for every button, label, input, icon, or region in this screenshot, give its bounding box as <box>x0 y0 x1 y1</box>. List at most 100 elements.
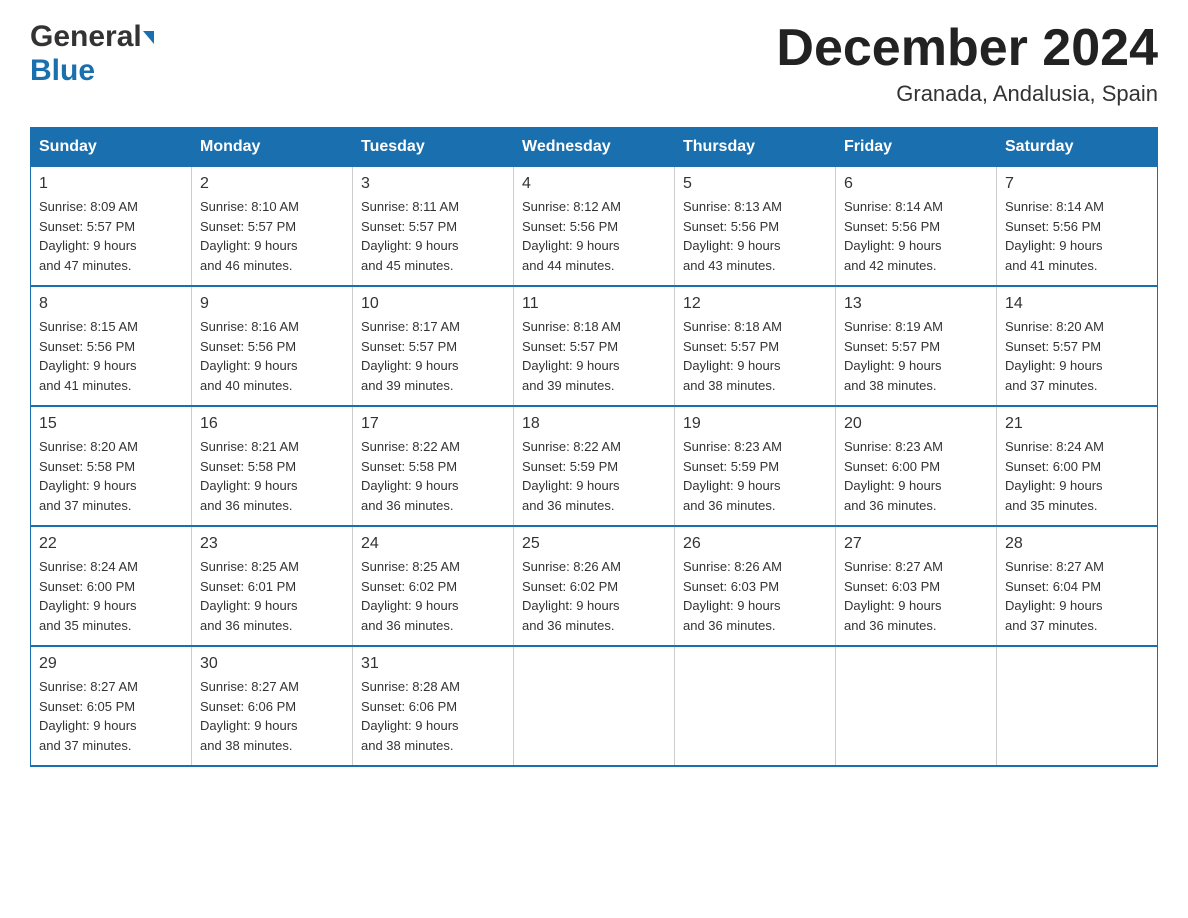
calendar-day-cell: 20 Sunrise: 8:23 AMSunset: 6:00 PMDaylig… <box>836 406 997 526</box>
logo-blue-text: Blue <box>30 54 95 88</box>
calendar-day-cell: 10 Sunrise: 8:17 AMSunset: 5:57 PMDaylig… <box>353 286 514 406</box>
calendar-day-cell: 30 Sunrise: 8:27 AMSunset: 6:06 PMDaylig… <box>192 646 353 766</box>
day-number: 25 <box>522 535 666 553</box>
day-info: Sunrise: 8:12 AMSunset: 5:56 PMDaylight:… <box>522 197 666 275</box>
day-number: 8 <box>39 295 183 313</box>
calendar-week-row: 8 Sunrise: 8:15 AMSunset: 5:56 PMDayligh… <box>31 286 1158 406</box>
calendar-day-cell <box>675 646 836 766</box>
day-number: 3 <box>361 175 505 193</box>
day-number: 21 <box>1005 415 1149 433</box>
day-info: Sunrise: 8:11 AMSunset: 5:57 PMDaylight:… <box>361 197 505 275</box>
calendar-day-cell: 5 Sunrise: 8:13 AMSunset: 5:56 PMDayligh… <box>675 167 836 287</box>
calendar-day-header: Tuesday <box>353 128 514 167</box>
day-info: Sunrise: 8:10 AMSunset: 5:57 PMDaylight:… <box>200 197 344 275</box>
calendar-day-cell: 25 Sunrise: 8:26 AMSunset: 6:02 PMDaylig… <box>514 526 675 646</box>
calendar-day-cell: 13 Sunrise: 8:19 AMSunset: 5:57 PMDaylig… <box>836 286 997 406</box>
day-info: Sunrise: 8:22 AMSunset: 5:58 PMDaylight:… <box>361 437 505 515</box>
day-info: Sunrise: 8:20 AMSunset: 5:57 PMDaylight:… <box>1005 317 1149 395</box>
calendar-week-row: 15 Sunrise: 8:20 AMSunset: 5:58 PMDaylig… <box>31 406 1158 526</box>
calendar-table: SundayMondayTuesdayWednesdayThursdayFrid… <box>30 127 1158 767</box>
day-info: Sunrise: 8:21 AMSunset: 5:58 PMDaylight:… <box>200 437 344 515</box>
day-info: Sunrise: 8:14 AMSunset: 5:56 PMDaylight:… <box>1005 197 1149 275</box>
page-subtitle: Granada, Andalusia, Spain <box>776 81 1158 107</box>
calendar-day-header: Friday <box>836 128 997 167</box>
calendar-day-header: Thursday <box>675 128 836 167</box>
day-info: Sunrise: 8:24 AMSunset: 6:00 PMDaylight:… <box>1005 437 1149 515</box>
calendar-week-row: 22 Sunrise: 8:24 AMSunset: 6:00 PMDaylig… <box>31 526 1158 646</box>
day-number: 14 <box>1005 295 1149 313</box>
calendar-day-cell: 29 Sunrise: 8:27 AMSunset: 6:05 PMDaylig… <box>31 646 192 766</box>
calendar-day-cell: 24 Sunrise: 8:25 AMSunset: 6:02 PMDaylig… <box>353 526 514 646</box>
logo: General Blue <box>30 20 154 88</box>
day-number: 4 <box>522 175 666 193</box>
calendar-day-cell: 27 Sunrise: 8:27 AMSunset: 6:03 PMDaylig… <box>836 526 997 646</box>
page-header: General Blue December 2024 Granada, Anda… <box>30 20 1158 107</box>
day-info: Sunrise: 8:13 AMSunset: 5:56 PMDaylight:… <box>683 197 827 275</box>
day-info: Sunrise: 8:27 AMSunset: 6:06 PMDaylight:… <box>200 677 344 755</box>
calendar-day-cell <box>997 646 1158 766</box>
page-title: December 2024 <box>776 20 1158 77</box>
calendar-day-cell: 23 Sunrise: 8:25 AMSunset: 6:01 PMDaylig… <box>192 526 353 646</box>
calendar-day-cell <box>836 646 997 766</box>
day-number: 28 <box>1005 535 1149 553</box>
day-info: Sunrise: 8:23 AMSunset: 6:00 PMDaylight:… <box>844 437 988 515</box>
day-number: 20 <box>844 415 988 433</box>
calendar-day-cell: 6 Sunrise: 8:14 AMSunset: 5:56 PMDayligh… <box>836 167 997 287</box>
day-number: 18 <box>522 415 666 433</box>
day-number: 17 <box>361 415 505 433</box>
day-number: 10 <box>361 295 505 313</box>
day-info: Sunrise: 8:26 AMSunset: 6:03 PMDaylight:… <box>683 557 827 635</box>
calendar-day-cell: 2 Sunrise: 8:10 AMSunset: 5:57 PMDayligh… <box>192 167 353 287</box>
day-number: 30 <box>200 655 344 673</box>
day-number: 29 <box>39 655 183 673</box>
logo-arrow-icon <box>143 31 154 44</box>
calendar-day-header: Saturday <box>997 128 1158 167</box>
calendar-day-header: Monday <box>192 128 353 167</box>
day-number: 31 <box>361 655 505 673</box>
calendar-day-cell: 9 Sunrise: 8:16 AMSunset: 5:56 PMDayligh… <box>192 286 353 406</box>
day-info: Sunrise: 8:22 AMSunset: 5:59 PMDaylight:… <box>522 437 666 515</box>
calendar-day-cell: 4 Sunrise: 8:12 AMSunset: 5:56 PMDayligh… <box>514 167 675 287</box>
day-number: 9 <box>200 295 344 313</box>
calendar-day-cell: 14 Sunrise: 8:20 AMSunset: 5:57 PMDaylig… <box>997 286 1158 406</box>
calendar-day-cell: 19 Sunrise: 8:23 AMSunset: 5:59 PMDaylig… <box>675 406 836 526</box>
day-number: 1 <box>39 175 183 193</box>
calendar-day-cell: 12 Sunrise: 8:18 AMSunset: 5:57 PMDaylig… <box>675 286 836 406</box>
logo-general-text: General <box>30 20 142 54</box>
calendar-day-cell: 11 Sunrise: 8:18 AMSunset: 5:57 PMDaylig… <box>514 286 675 406</box>
day-info: Sunrise: 8:20 AMSunset: 5:58 PMDaylight:… <box>39 437 183 515</box>
day-number: 12 <box>683 295 827 313</box>
day-info: Sunrise: 8:18 AMSunset: 5:57 PMDaylight:… <box>522 317 666 395</box>
day-info: Sunrise: 8:27 AMSunset: 6:05 PMDaylight:… <box>39 677 183 755</box>
day-number: 2 <box>200 175 344 193</box>
day-info: Sunrise: 8:28 AMSunset: 6:06 PMDaylight:… <box>361 677 505 755</box>
day-number: 23 <box>200 535 344 553</box>
calendar-day-header: Wednesday <box>514 128 675 167</box>
calendar-day-cell: 15 Sunrise: 8:20 AMSunset: 5:58 PMDaylig… <box>31 406 192 526</box>
day-info: Sunrise: 8:24 AMSunset: 6:00 PMDaylight:… <box>39 557 183 635</box>
calendar-day-cell: 22 Sunrise: 8:24 AMSunset: 6:00 PMDaylig… <box>31 526 192 646</box>
day-number: 22 <box>39 535 183 553</box>
day-info: Sunrise: 8:15 AMSunset: 5:56 PMDaylight:… <box>39 317 183 395</box>
day-info: Sunrise: 8:19 AMSunset: 5:57 PMDaylight:… <box>844 317 988 395</box>
calendar-week-row: 29 Sunrise: 8:27 AMSunset: 6:05 PMDaylig… <box>31 646 1158 766</box>
day-info: Sunrise: 8:18 AMSunset: 5:57 PMDaylight:… <box>683 317 827 395</box>
calendar-day-cell: 28 Sunrise: 8:27 AMSunset: 6:04 PMDaylig… <box>997 526 1158 646</box>
day-number: 7 <box>1005 175 1149 193</box>
day-number: 11 <box>522 295 666 313</box>
day-number: 19 <box>683 415 827 433</box>
calendar-header-row: SundayMondayTuesdayWednesdayThursdayFrid… <box>31 128 1158 167</box>
calendar-day-cell: 16 Sunrise: 8:21 AMSunset: 5:58 PMDaylig… <box>192 406 353 526</box>
calendar-day-cell: 21 Sunrise: 8:24 AMSunset: 6:00 PMDaylig… <box>997 406 1158 526</box>
calendar-day-cell: 17 Sunrise: 8:22 AMSunset: 5:58 PMDaylig… <box>353 406 514 526</box>
day-number: 6 <box>844 175 988 193</box>
day-info: Sunrise: 8:25 AMSunset: 6:02 PMDaylight:… <box>361 557 505 635</box>
calendar-day-cell: 18 Sunrise: 8:22 AMSunset: 5:59 PMDaylig… <box>514 406 675 526</box>
day-info: Sunrise: 8:16 AMSunset: 5:56 PMDaylight:… <box>200 317 344 395</box>
calendar-day-cell: 1 Sunrise: 8:09 AMSunset: 5:57 PMDayligh… <box>31 167 192 287</box>
day-info: Sunrise: 8:14 AMSunset: 5:56 PMDaylight:… <box>844 197 988 275</box>
day-info: Sunrise: 8:09 AMSunset: 5:57 PMDaylight:… <box>39 197 183 275</box>
calendar-day-cell: 3 Sunrise: 8:11 AMSunset: 5:57 PMDayligh… <box>353 167 514 287</box>
day-info: Sunrise: 8:26 AMSunset: 6:02 PMDaylight:… <box>522 557 666 635</box>
day-number: 27 <box>844 535 988 553</box>
